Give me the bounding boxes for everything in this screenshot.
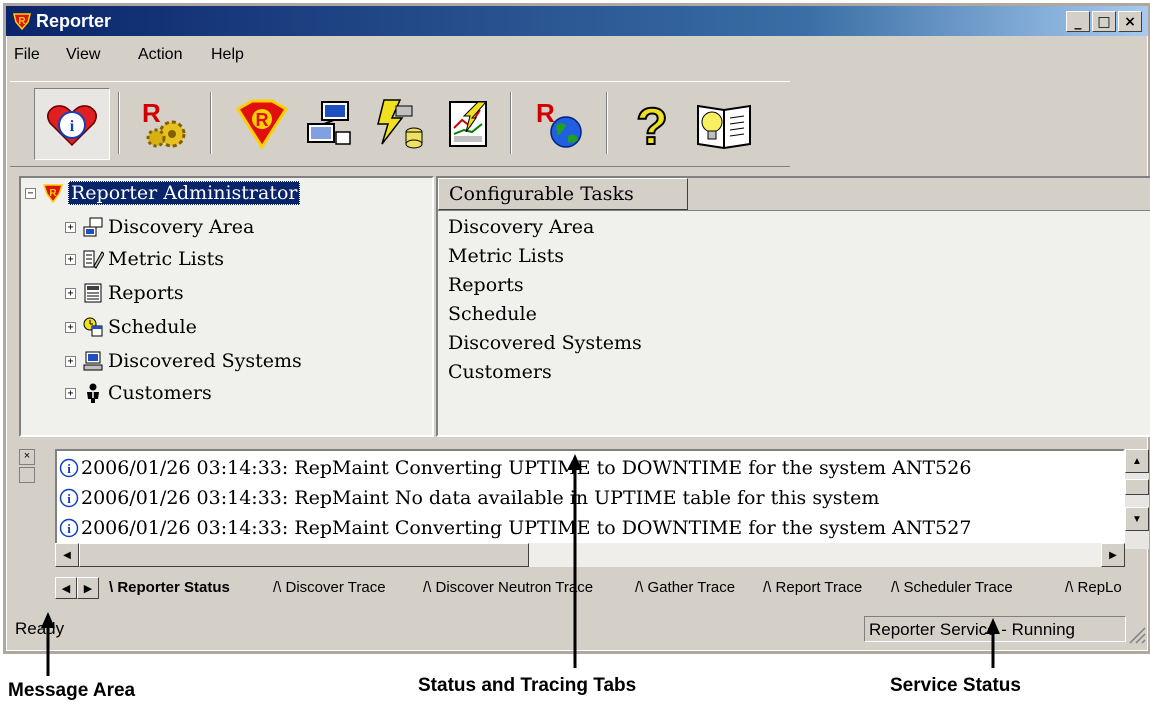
callout-status-tabs: Status and Tracing Tabs [418,675,637,696]
callout-service-status: Service Status [890,675,1021,696]
callout-arrows [41,454,1000,676]
callout-message-area: Message Area [8,680,136,701]
